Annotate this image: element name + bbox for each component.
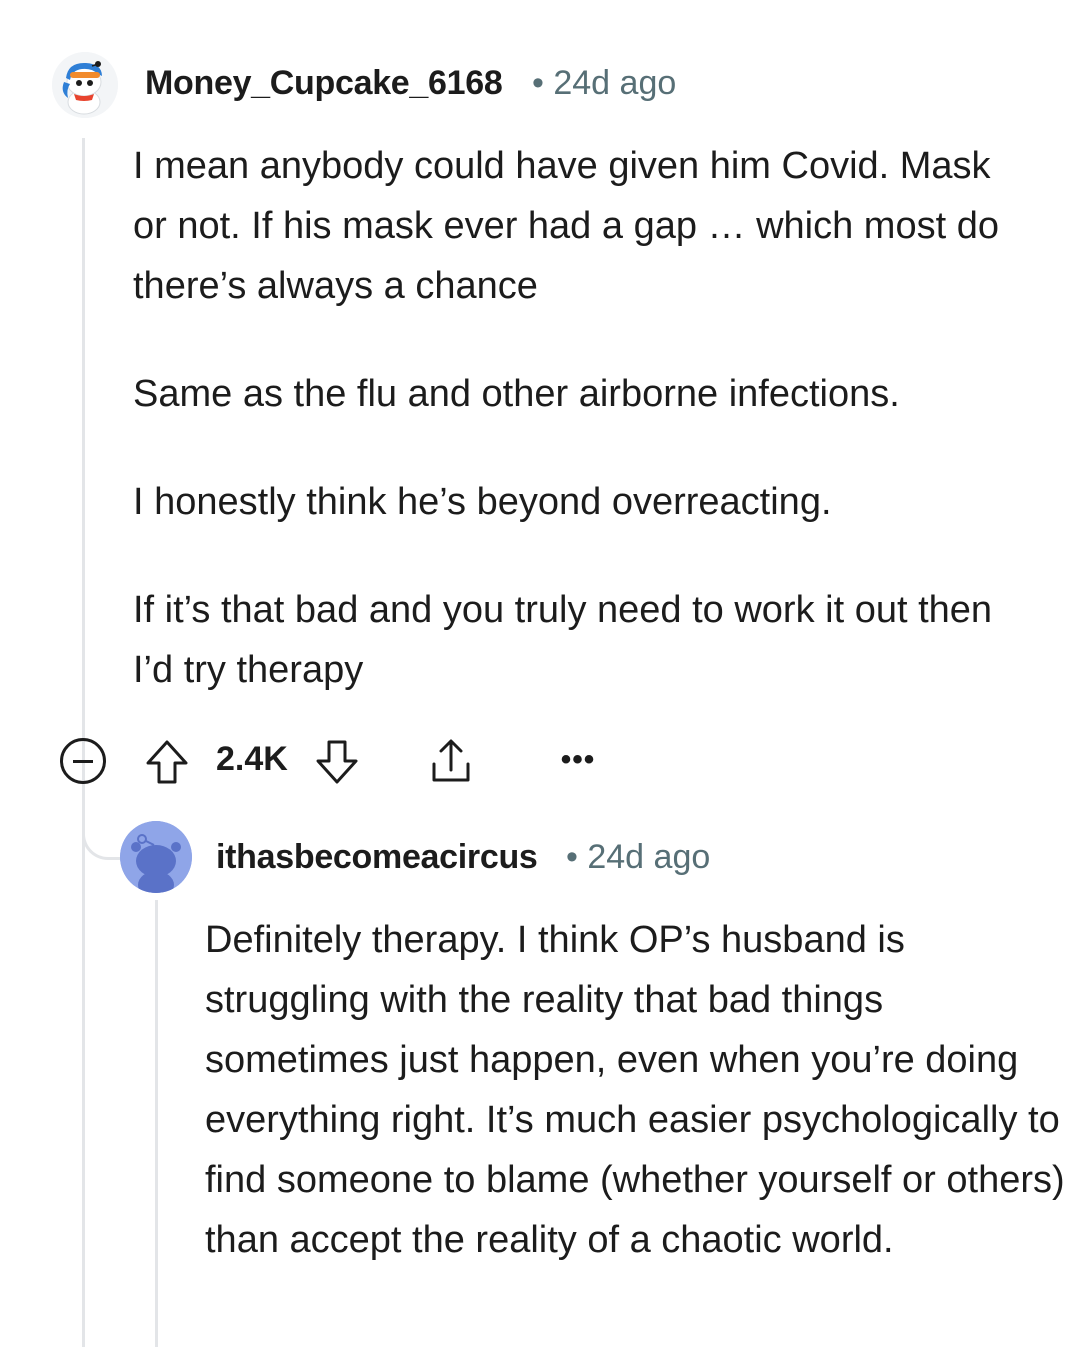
reply-username[interactable]: ithasbecomeacircus — [216, 838, 538, 877]
reply-meta: • 24d ago — [566, 838, 710, 877]
default-snoo-avatar-icon — [120, 821, 192, 893]
collapse-button[interactable] — [60, 738, 106, 784]
arrow-down-icon — [316, 740, 358, 784]
comment-body: I mean anybody could have given him Covi… — [133, 136, 1033, 700]
snoo-avatar-icon — [52, 52, 118, 118]
reply-paragraph: Definitely therapy. I think OP’s husband… — [205, 919, 1065, 1261]
arrow-up-icon — [146, 740, 188, 784]
comment-paragraph: I mean anybody could have given him Covi… — [133, 145, 999, 307]
meta-separator: • — [566, 838, 578, 876]
share-icon — [432, 739, 470, 782]
downvote-button[interactable] — [314, 738, 360, 786]
thread-connector — [82, 820, 122, 860]
comment-paragraph: I honestly think he’s beyond overreactin… — [133, 481, 832, 523]
meta-separator: • — [532, 64, 544, 102]
avatar[interactable] — [52, 52, 118, 118]
comment-username[interactable]: Money_Cupcake_6168 — [145, 64, 503, 103]
reply-timestamp[interactable]: 24d ago — [587, 838, 710, 876]
minus-circle-icon — [73, 759, 93, 763]
share-button[interactable] — [428, 736, 474, 786]
more-options-button[interactable]: ••• — [558, 740, 598, 780]
avatar[interactable] — [120, 821, 192, 893]
comment-paragraph: Same as the flu and other airborne infec… — [133, 373, 900, 415]
comment-meta: • 24d ago — [532, 64, 676, 103]
comment-paragraph: If it’s that bad and you truly need to w… — [133, 589, 993, 691]
reply-body: Definitely therapy. I think OP’s husband… — [205, 910, 1065, 1270]
comment-timestamp[interactable]: 24d ago — [553, 64, 676, 102]
upvote-button[interactable] — [144, 738, 190, 786]
reply-thread-line[interactable] — [155, 900, 158, 1347]
comment-action-bar: 2.4K ••• — [0, 730, 1080, 794]
vote-score: 2.4K — [216, 740, 288, 778]
